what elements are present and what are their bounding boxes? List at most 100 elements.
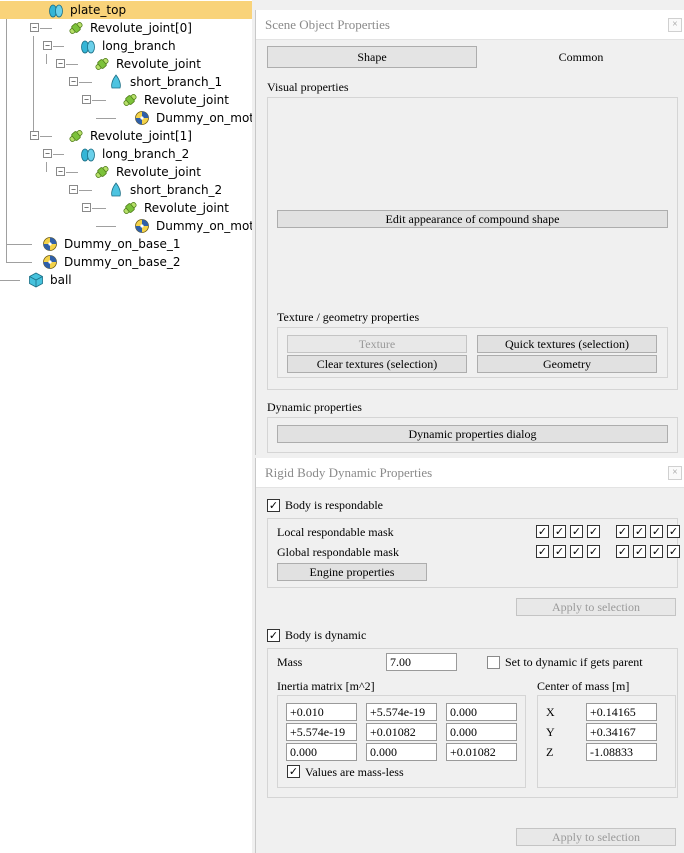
inertia-field[interactable]: +0.010 [286, 703, 357, 721]
global-mask-bit-checkbox[interactable]: ✓ [667, 545, 680, 558]
tree-node[interactable]: Revolute_joint [94, 163, 201, 181]
collapse-toggle[interactable]: − [30, 23, 39, 32]
tree-node[interactable]: Dummy_on_moto [134, 217, 252, 235]
tree-node[interactable]: short_branch_1 [108, 73, 222, 91]
global-mask-bit-checkbox[interactable]: ✓ [616, 545, 629, 558]
local-mask-bit-checkbox[interactable]: ✓ [633, 525, 646, 538]
com-x-field[interactable]: +0.14165 [586, 703, 657, 721]
local-mask-bit-checkbox[interactable]: ✓ [650, 525, 663, 538]
dialog-title[interactable]: Scene Object Properties × [256, 10, 684, 40]
plate-shape-icon [48, 2, 64, 18]
apply-to-selection-button-2[interactable]: Apply to selection [516, 828, 676, 846]
inertia-field[interactable]: +0.01082 [446, 743, 517, 761]
global-mask-bit-checkbox[interactable]: ✓ [633, 545, 646, 558]
mass-field[interactable]: 7.00 [386, 653, 457, 671]
clear-textures-button[interactable]: Clear textures (selection) [287, 355, 467, 373]
tree-node-label: Revolute_joint[1] [90, 129, 192, 143]
global-mask-bit-checkbox[interactable]: ✓ [553, 545, 566, 558]
close-button[interactable]: × [668, 466, 682, 480]
massless-checkbox[interactable]: ✓ [287, 765, 300, 778]
tree-node-label: Dummy_on_moto [156, 111, 252, 125]
tree-node-label: Revolute_joint [144, 93, 229, 107]
local-mask-bit-checkbox[interactable]: ✓ [553, 525, 566, 538]
respondable-checkbox[interactable]: ✓ [267, 499, 280, 512]
inertia-field[interactable]: 0.000 [286, 743, 357, 761]
dialog-title[interactable]: Rigid Body Dynamic Properties × [256, 458, 684, 488]
tree-node[interactable]: long_branch_2 [80, 145, 189, 163]
tab-common[interactable]: Common [477, 46, 684, 68]
close-button[interactable]: × [668, 18, 682, 32]
tree-node[interactable]: long_branch [80, 37, 176, 55]
tree-node[interactable]: Dummy_on_base_1 [42, 235, 181, 253]
scene-hierarchy[interactable]: − plate_top − Revolute_joint[0] − long_branch… [0, 0, 252, 853]
tree-line [40, 28, 52, 29]
tree-node[interactable]: Dummy_on_base_2 [42, 253, 181, 271]
quick-textures-button[interactable]: Quick textures (selection) [477, 335, 657, 353]
dynamic-checkbox[interactable]: ✓ [267, 629, 280, 642]
dynamic-label: Body is dynamic [285, 628, 367, 642]
geometry-button[interactable]: Geometry [477, 355, 657, 373]
local-mask-bit-checkbox[interactable]: ✓ [570, 525, 583, 538]
local-mask-bit-checkbox[interactable]: ✓ [667, 525, 680, 538]
com-z-field[interactable]: -1.08833 [586, 743, 657, 761]
tab-shape[interactable]: Shape [267, 46, 477, 68]
com-z-label: Z [546, 745, 554, 759]
set-dynamic-label: Set to dynamic if gets parent [505, 655, 643, 669]
collapse-toggle[interactable]: − [69, 185, 78, 194]
dynamic-properties-heading: Dynamic properties [267, 400, 362, 414]
local-mask-bit-checkbox[interactable]: ✓ [587, 525, 600, 538]
tree-node[interactable]: ball [28, 271, 72, 289]
dialog-title-text: Scene Object Properties [265, 17, 390, 32]
tree-node[interactable]: Revolute_joint [122, 199, 229, 217]
tree-node[interactable]: Revolute_joint[0] [68, 19, 192, 37]
scene-object-properties-dialog: Scene Object Properties × Shape Common V… [255, 10, 684, 455]
revolute-joint-icon [68, 128, 84, 144]
revolute-joint-icon [122, 200, 138, 216]
tree-node[interactable]: Revolute_joint [122, 91, 229, 109]
tree-line [92, 208, 106, 209]
tree-node-label: Revolute_joint [116, 57, 201, 71]
mass-label: Mass [277, 655, 303, 669]
global-mask-bit-checkbox[interactable]: ✓ [536, 545, 549, 558]
apply-to-selection-button-1[interactable]: Apply to selection [516, 598, 676, 616]
collapse-toggle[interactable]: − [43, 149, 52, 158]
com-heading: Center of mass [m] [537, 679, 630, 693]
inertia-field[interactable]: 0.000 [366, 743, 437, 761]
inertia-field[interactable]: 0.000 [446, 723, 517, 741]
com-y-field[interactable]: +0.34167 [586, 723, 657, 741]
global-mask-bit-checkbox[interactable]: ✓ [587, 545, 600, 558]
engine-properties-button[interactable]: Engine properties [277, 563, 427, 581]
local-mask-bit-checkbox[interactable]: ✓ [616, 525, 629, 538]
inertia-field[interactable]: +5.574e-19 [366, 703, 437, 721]
tree-line [46, 54, 47, 64]
dummy-icon [134, 218, 150, 234]
dynamic-properties-dialog-button[interactable]: Dynamic properties dialog [277, 425, 668, 443]
inertia-field[interactable]: +5.574e-19 [286, 723, 357, 741]
collapse-toggle[interactable]: − [56, 167, 65, 176]
tree-node[interactable]: plate_top [0, 1, 252, 19]
tree-node[interactable]: Revolute_joint[1] [68, 127, 192, 145]
edit-appearance-button[interactable]: Edit appearance of compound shape [277, 210, 668, 228]
collapse-toggle[interactable]: − [82, 95, 91, 104]
global-mask-bit-checkbox[interactable]: ✓ [650, 545, 663, 558]
collapse-toggle[interactable]: − [56, 59, 65, 68]
local-mask-bit-checkbox[interactable]: ✓ [536, 525, 549, 538]
collapse-toggle[interactable]: − [43, 41, 52, 50]
inertia-field[interactable]: +0.01082 [366, 723, 437, 741]
tree-node-label: Dummy_on_base_1 [64, 237, 181, 251]
tree-node-label: Dummy_on_moto [156, 219, 252, 233]
dummy-icon [42, 254, 58, 270]
com-x-label: X [546, 705, 555, 719]
tree-node[interactable]: short_branch_2 [108, 181, 222, 199]
collapse-toggle[interactable]: − [69, 77, 78, 86]
tree-node[interactable]: Revolute_joint [94, 55, 201, 73]
global-mask-bit-checkbox[interactable]: ✓ [570, 545, 583, 558]
collapse-toggle[interactable]: − [82, 203, 91, 212]
visual-properties-heading: Visual properties [267, 80, 349, 94]
tree-node[interactable]: Dummy_on_moto [134, 109, 252, 127]
set-dynamic-checkbox[interactable] [487, 656, 500, 669]
collapse-toggle[interactable]: − [30, 131, 39, 140]
inertia-field[interactable]: 0.000 [446, 703, 517, 721]
tree-line [6, 18, 7, 263]
texture-button[interactable]: Texture [287, 335, 467, 353]
